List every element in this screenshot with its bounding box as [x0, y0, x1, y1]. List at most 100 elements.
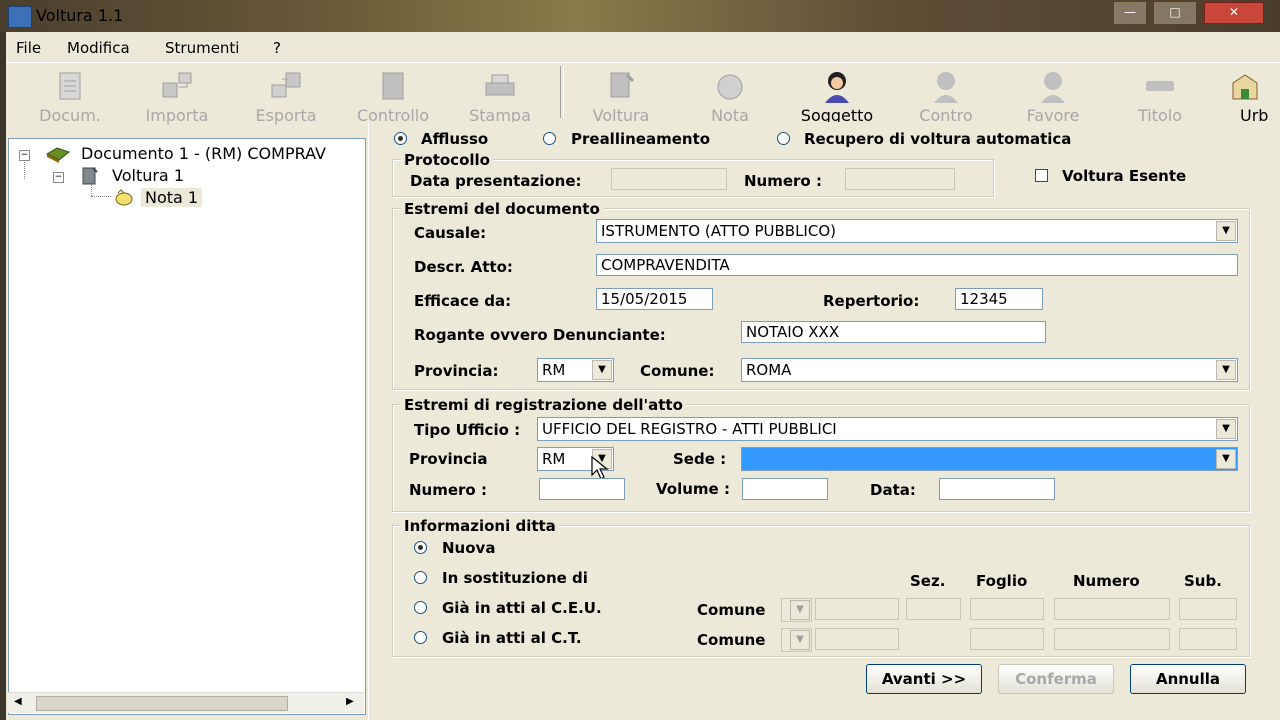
toolbar-voltura-button[interactable]: Voltura	[571, 63, 671, 125]
avanti-button[interactable]: Avanti >>	[866, 664, 982, 694]
efficace-da-field[interactable]: 15/05/2015	[596, 288, 713, 310]
tipo-ufficio-label: Tipo Ufficio :	[414, 421, 521, 439]
ct-numero-field[interactable]	[1054, 628, 1170, 650]
voltura-esente-label: Voltura Esente	[1062, 167, 1187, 185]
annulla-button[interactable]: Annulla	[1130, 664, 1246, 694]
scrollbar-thumb[interactable]	[36, 696, 288, 711]
toolbar: Docum. Importa Esporta Controllo Stampa …	[6, 62, 1280, 125]
toolbar-separator	[560, 66, 564, 118]
afflusso-radio[interactable]	[394, 132, 407, 145]
protocollo-numero-field[interactable]	[845, 168, 955, 190]
ct-comune-select[interactable]: ▼	[781, 628, 812, 652]
person-favor-icon	[1041, 72, 1065, 103]
window-title: Voltura 1.1	[36, 6, 124, 25]
toolbar-docum-button[interactable]: Docum.	[20, 63, 120, 125]
ceu-comune-select[interactable]: ▼	[781, 598, 812, 622]
reg-numero-label: Numero :	[409, 481, 487, 499]
ct-comune-label: Comune	[697, 631, 766, 649]
tree-line	[91, 196, 111, 198]
maximize-button[interactable]: □	[1154, 2, 1196, 24]
document-icon	[59, 72, 81, 100]
preallineamento-label: Preallineamento	[571, 130, 711, 148]
rogante-field[interactable]: NOTAIO XXX	[741, 321, 1046, 343]
ceu-numero-field[interactable]	[1054, 598, 1170, 620]
toolbar-esporta-label: Esporta	[255, 106, 317, 125]
chevron-down-icon[interactable]: ▼	[1216, 449, 1236, 469]
comune-select[interactable]: ROMA ▼	[741, 358, 1238, 382]
ceu-sub-field[interactable]	[1179, 598, 1237, 620]
chevron-down-icon[interactable]: ▼	[1216, 419, 1236, 439]
voltura-tree-icon	[82, 167, 98, 185]
ceu-label: Già in atti al C.E.U.	[442, 599, 602, 617]
data-presentazione-label: Data presentazione:	[410, 172, 582, 190]
chevron-down-icon[interactable]: ▼	[1216, 221, 1236, 241]
menu-modifica[interactable]: Modifica	[67, 39, 130, 57]
tree-item-nota[interactable]: Nota 1	[141, 188, 203, 207]
minimize-button[interactable]: —	[1114, 2, 1146, 24]
conferma-button[interactable]: Conferma	[998, 664, 1114, 694]
voltura-esente-checkbox[interactable]	[1035, 169, 1048, 182]
tree-line	[91, 184, 93, 196]
import-icon	[162, 72, 192, 98]
check-icon	[382, 72, 404, 100]
sostituzione-radio[interactable]	[414, 571, 427, 584]
tipo-ufficio-select[interactable]: UFFICIO DEL REGISTRO - ATTI PUBBLICI ▼	[537, 417, 1238, 441]
toolbar-nota-button[interactable]: Nota	[680, 63, 780, 125]
recupero-label: Recupero di voltura automatica	[804, 130, 1072, 148]
chevron-down-icon[interactable]: ▼	[1216, 360, 1236, 380]
menu-strumenti[interactable]: Strumenti	[165, 39, 239, 57]
chevron-down-icon[interactable]: ▼	[790, 630, 810, 650]
reg-numero-field[interactable]	[539, 478, 625, 500]
ceu-foglio-field[interactable]	[970, 598, 1044, 620]
book-icon	[45, 147, 71, 163]
toolbar-importa-button[interactable]: Importa	[127, 63, 227, 125]
toolbar-controllo-button[interactable]: Controllo	[343, 63, 443, 125]
tree-horizontal-scrollbar[interactable]: ◀ ▶	[8, 692, 364, 713]
menu-file[interactable]: File	[16, 39, 41, 57]
recupero-radio[interactable]	[777, 132, 790, 145]
ct-radio[interactable]	[414, 631, 427, 644]
ct-sub-field[interactable]	[1179, 628, 1237, 650]
tree-collapse-icon[interactable]: −	[19, 150, 30, 161]
ct-comune-field[interactable]	[815, 628, 899, 650]
sede-select[interactable]: ▼	[741, 447, 1238, 471]
causale-value: ISTRUMENTO (ATTO PUBBLICO)	[601, 222, 836, 240]
menu-help[interactable]: ?	[273, 39, 281, 57]
estremi-registrazione-title: Estremi di registrazione dell'atto	[401, 396, 686, 414]
title-icon	[1146, 81, 1174, 91]
rogante-label: Rogante ovvero Denunciante:	[414, 326, 666, 344]
toolbar-titolo-button[interactable]: Titolo	[1110, 63, 1210, 125]
app-icon	[8, 6, 32, 28]
tree-item-documento[interactable]: Documento 1 - (RM) COMPRAV	[81, 144, 326, 163]
sostituzione-label: In sostituzione di	[442, 569, 588, 587]
chevron-down-icon[interactable]: ▼	[592, 360, 612, 380]
ceu-comune-field[interactable]	[815, 598, 899, 620]
document-tree[interactable]: − Documento 1 - (RM) COMPRAV − Voltura 1…	[8, 138, 366, 715]
data-presentazione-field[interactable]	[611, 168, 727, 190]
reg-data-field[interactable]	[939, 478, 1055, 500]
ceu-sez-field[interactable]	[906, 598, 961, 620]
repertorio-field[interactable]: 12345	[955, 288, 1043, 310]
tree-collapse-icon[interactable]: −	[53, 172, 64, 183]
toolbar-esporta-button[interactable]: Esporta	[236, 63, 336, 125]
scroll-left-icon[interactable]: ◀	[14, 696, 22, 707]
person-against-icon	[934, 72, 958, 103]
toolbar-soggetto-button[interactable]: Soggetto	[787, 63, 887, 125]
chevron-down-icon[interactable]: ▼	[790, 600, 810, 620]
descr-atto-field[interactable]: COMPRAVENDITA	[596, 254, 1238, 276]
toolbar-contro-button[interactable]: Contro	[896, 63, 996, 125]
toolbar-stampa-button[interactable]: Stampa	[450, 63, 550, 125]
ceu-radio[interactable]	[414, 601, 427, 614]
causale-select[interactable]: ISTRUMENTO (ATTO PUBBLICO) ▼	[596, 219, 1238, 243]
toolbar-favore-button[interactable]: Favore	[1003, 63, 1103, 125]
close-button[interactable]: ✕	[1204, 2, 1264, 24]
toolbar-urb-button[interactable]: Urb	[1214, 63, 1276, 125]
ct-foglio-field[interactable]	[970, 628, 1044, 650]
volume-field[interactable]	[742, 478, 828, 500]
tree-item-voltura[interactable]: Voltura 1	[112, 166, 184, 185]
nuova-radio[interactable]	[414, 541, 427, 554]
provincia-select[interactable]: RM ▼	[537, 358, 614, 382]
preallineamento-radio[interactable]	[543, 132, 556, 145]
scroll-right-icon[interactable]: ▶	[346, 696, 354, 707]
volume-label: Volume :	[656, 480, 730, 498]
